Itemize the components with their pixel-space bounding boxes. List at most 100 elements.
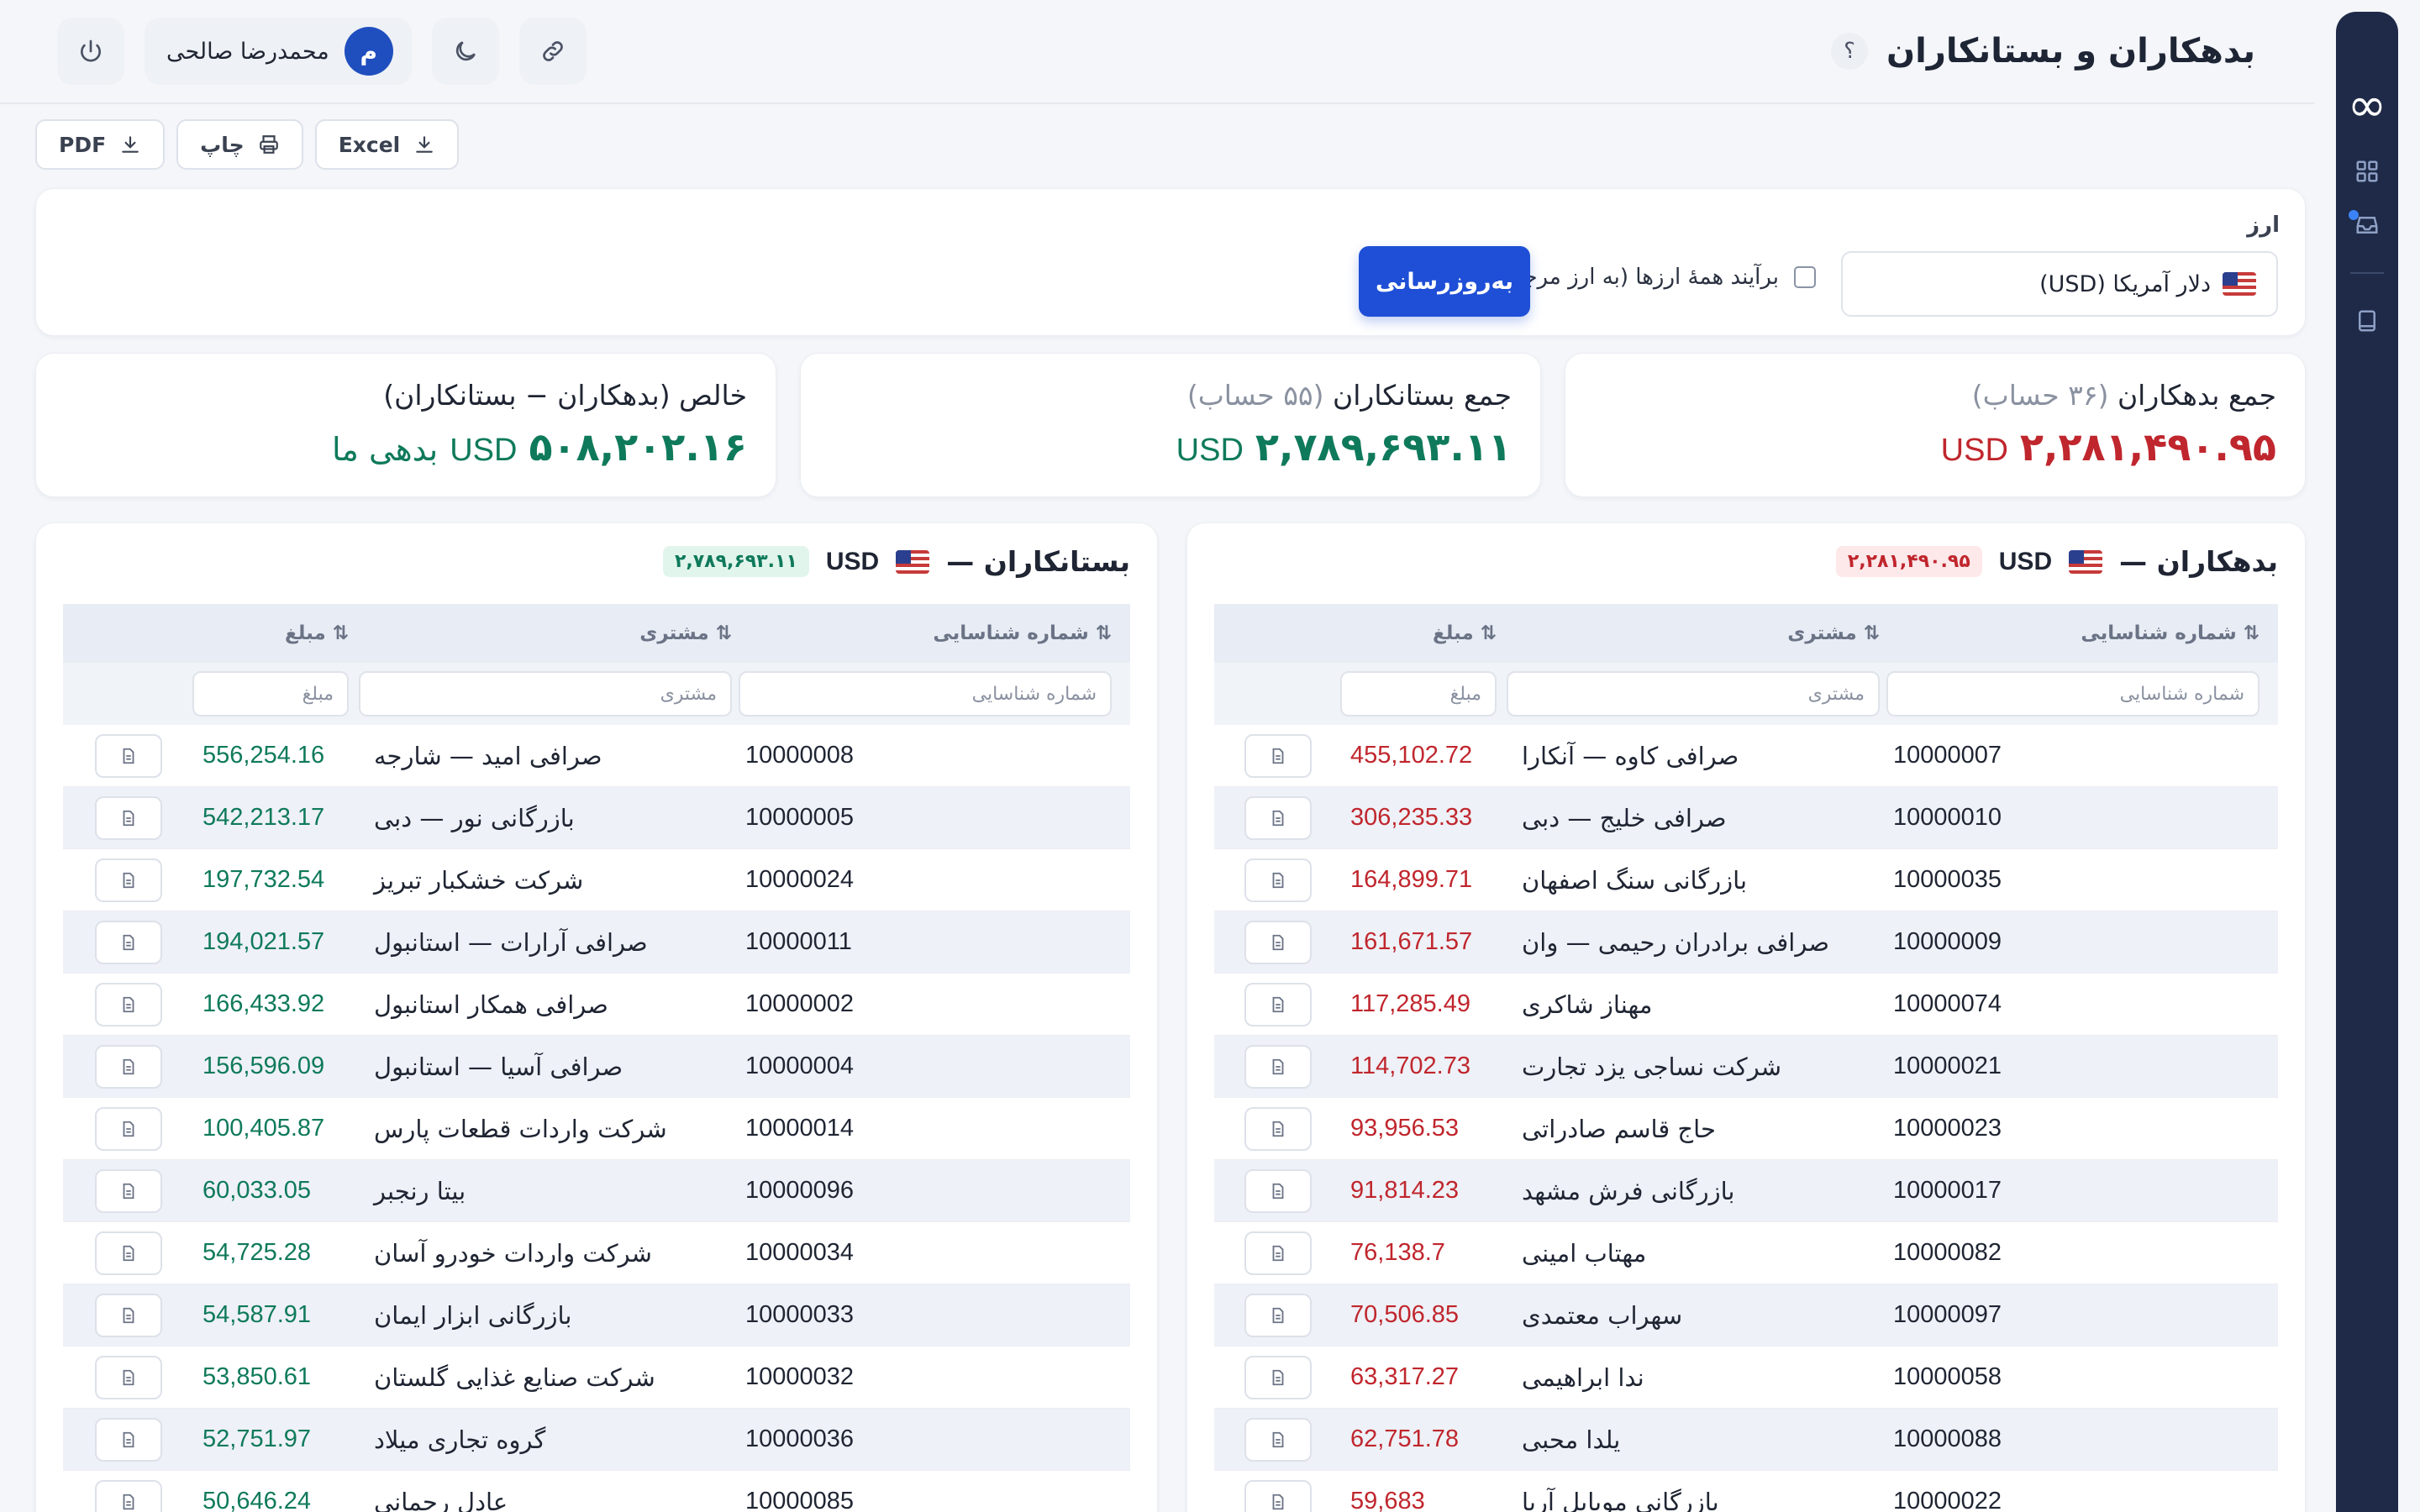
table-row[interactable]: 10000058 ندا ابراهیمی 63,317.27 [1214, 1347, 2278, 1409]
table-row[interactable]: 10000022 بازرگانی موبایل آریا 59,683 [1214, 1471, 2278, 1512]
statement-button[interactable] [1244, 795, 1312, 840]
statement-button[interactable] [1244, 1168, 1312, 1213]
row-amount: 76,138.7 [1350, 1239, 1445, 1266]
statement-button[interactable] [95, 795, 162, 840]
id-filter-input[interactable]: شماره شناسایی [739, 671, 1112, 717]
link-icon [542, 41, 563, 61]
export-toolbar: PDF چاپ Excel [35, 119, 460, 170]
row-amount: 556,254.16 [203, 742, 325, 769]
net-summary-currency: USD [450, 433, 518, 468]
user-menu[interactable]: م محمدرضا صالحی [145, 18, 412, 85]
table-row[interactable]: 10000096 بیتا رنجبر 60,033.05 [63, 1160, 1130, 1222]
table-row[interactable]: 10000005 بازرگانی نور — دبی 542,213.17 [63, 787, 1130, 849]
table-row[interactable]: 10000036 گروه تجاری میلاد 52,751.97 [63, 1409, 1130, 1471]
amount-filter-input[interactable]: مبلغ [192, 671, 349, 717]
statement-button[interactable] [95, 1417, 162, 1462]
table-row[interactable]: 10000017 بازرگانی فرش مشهد 91,814.23 [1214, 1160, 2278, 1222]
table-row[interactable]: 10000034 شرکت واردات خودرو آسان 54,725.28 [63, 1222, 1130, 1284]
table-row[interactable]: 10000074 مهناز شاکری 117,285.49 [1214, 974, 2278, 1036]
table-row[interactable]: 10000021 شرکت نساجی یزد تجارت 114,702.73 [1214, 1036, 2278, 1098]
statement-button[interactable] [1244, 1231, 1312, 1275]
statement-button[interactable] [1244, 1355, 1312, 1399]
creditors-table: ⇅ شماره شناسایی ⇅ مشتری ⇅ مبلغ شماره شنا… [63, 604, 1130, 1512]
table-row[interactable]: 10000088 یلدا محبی 62,751.78 [1214, 1409, 2278, 1471]
statement-button[interactable] [95, 858, 162, 902]
statement-button[interactable] [1244, 982, 1312, 1026]
creditors-summary-count: (۵۵ حساب) [1186, 379, 1324, 412]
statement-button[interactable] [95, 1355, 162, 1399]
aggregate-option[interactable]: برآیند همهٔ ارزها (به ارز مرجع) [1504, 265, 1816, 290]
document-icon [1269, 1431, 1287, 1449]
inbox-icon[interactable] [2349, 207, 2386, 244]
help-icon[interactable]: ؟ [1831, 33, 1869, 70]
statement-button[interactable] [95, 1231, 162, 1275]
statement-button[interactable] [95, 1479, 162, 1512]
aggregate-checkbox[interactable] [1794, 266, 1816, 288]
column-customer-header[interactable]: ⇅ مشتری [1510, 622, 1893, 644]
document-icon [1269, 809, 1287, 827]
column-customer-header[interactable]: ⇅ مشتری [362, 622, 745, 644]
infinity-logo-icon[interactable]: ∞ [2348, 82, 2387, 129]
statement-button[interactable] [1244, 1106, 1312, 1151]
table-row[interactable]: 10000014 شرکت واردات قطعات پارس 100,405.87 [63, 1098, 1130, 1160]
column-id-header[interactable]: ⇅ شماره شناسایی [1893, 622, 2278, 644]
statement-button[interactable] [1244, 1044, 1312, 1089]
table-row[interactable]: 10000008 صرافی امید — شارجه 556,254.16 [63, 725, 1130, 787]
table-row[interactable]: 10000097 سهراب معتمدی 70,506.85 [1214, 1284, 2278, 1347]
debtors-summary-value: ۲,۲۸۱,۴۹۰.۹۵ USD [1941, 424, 2276, 470]
statement-button[interactable] [1244, 1293, 1312, 1337]
currency-select[interactable]: دلار آمریکا (USD) [1841, 251, 2278, 317]
statement-button[interactable] [95, 920, 162, 964]
row-id: 10000085 [745, 1488, 855, 1512]
table-row[interactable]: 10000009 صرافی برادران رحیمی — وان 161,671… [1214, 911, 2278, 974]
table-row[interactable]: 10000032 شرکت صنایع غذایی گلستان 53,850.61 [63, 1347, 1130, 1409]
table-row[interactable]: 10000085 عادل رحمانی 50,646.24 [63, 1471, 1130, 1512]
creditors-table-title: بستانکاران — [946, 545, 1130, 578]
statement-button[interactable] [1244, 1479, 1312, 1512]
table-row[interactable]: 10000023 حاج قاسم صادراتی 93,956.53 [1214, 1098, 2278, 1160]
table-row[interactable]: 10000010 صرافی خلیج — دبی 306,235.33 [1214, 787, 2278, 849]
logout-button[interactable] [57, 18, 124, 85]
dashboard-icon[interactable] [2349, 153, 2386, 190]
creditors-summary-card: جمع بستانکاران (۵۵ حساب) ۲,۷۸۹,۶۹۳.۱۱ US… [800, 353, 1541, 497]
statement-button[interactable] [1244, 733, 1312, 778]
table-row[interactable]: 10000033 بازرگانی ابزار ایمان 54,587.91 [63, 1284, 1130, 1347]
table-row[interactable]: 10000035 بازرگانی سنگ اصفهان 164,899.71 [1214, 849, 2278, 911]
id-filter-input[interactable]: شماره شناسایی [1886, 671, 2260, 717]
statement-button[interactable] [95, 1044, 162, 1089]
book-icon[interactable] [2349, 302, 2386, 339]
table-row[interactable]: 10000004 صرافی آسیا — استانبول 156,596.09 [63, 1036, 1130, 1098]
creditors-summary-value: ۲,۷۸۹,۶۹۳.۱۱ USD [1176, 424, 1512, 470]
column-amount-header[interactable]: ⇅ مبلغ [194, 622, 362, 644]
statement-button[interactable] [95, 733, 162, 778]
moon-icon [455, 41, 476, 61]
amount-filter-input[interactable]: مبلغ [1340, 671, 1497, 717]
column-id-header[interactable]: ⇅ شماره شناسایی [745, 622, 1130, 644]
export-pdf-button[interactable]: PDF [35, 119, 166, 170]
export-excel-button[interactable]: Excel [314, 119, 460, 170]
table-row[interactable]: 10000082 مهتاب امینی 76,138.7 [1214, 1222, 2278, 1284]
statement-button[interactable] [1244, 1417, 1312, 1462]
table-row[interactable]: 10000011 صرافی آرارات — استانبول 194,021.5… [63, 911, 1130, 974]
statement-button[interactable] [1244, 920, 1312, 964]
update-button[interactable]: به‌روزرسانی [1359, 246, 1530, 317]
print-button[interactable]: چاپ [176, 119, 303, 170]
customer-filter-input[interactable]: مشتری [359, 671, 732, 717]
customer-filter-input[interactable]: مشتری [1507, 671, 1880, 717]
row-id: 10000097 [1893, 1301, 2002, 1328]
row-amount: 542,213.17 [203, 804, 325, 831]
table-row[interactable]: 10000007 صرافی کاوه — آنکارا 455,102.72 [1214, 725, 2278, 787]
link-button[interactable] [518, 18, 587, 85]
statement-button[interactable] [95, 1106, 162, 1151]
statement-button[interactable] [95, 982, 162, 1026]
theme-toggle-button[interactable] [431, 18, 499, 85]
statement-button[interactable] [95, 1293, 162, 1337]
column-amount-header[interactable]: ⇅ مبلغ [1342, 622, 1510, 644]
document-icon [119, 1431, 138, 1449]
row-customer: بازرگانی نور — دبی [374, 803, 575, 832]
statement-button[interactable] [95, 1168, 162, 1213]
statement-button[interactable] [1244, 858, 1312, 902]
table-row[interactable]: 10000002 صرافی همکار استانبول 166,433.92 [63, 974, 1130, 1036]
table-row[interactable]: 10000024 شرکت خشکبار تبریز 197,732.54 [63, 849, 1130, 911]
row-amount: 60,033.05 [203, 1177, 312, 1204]
